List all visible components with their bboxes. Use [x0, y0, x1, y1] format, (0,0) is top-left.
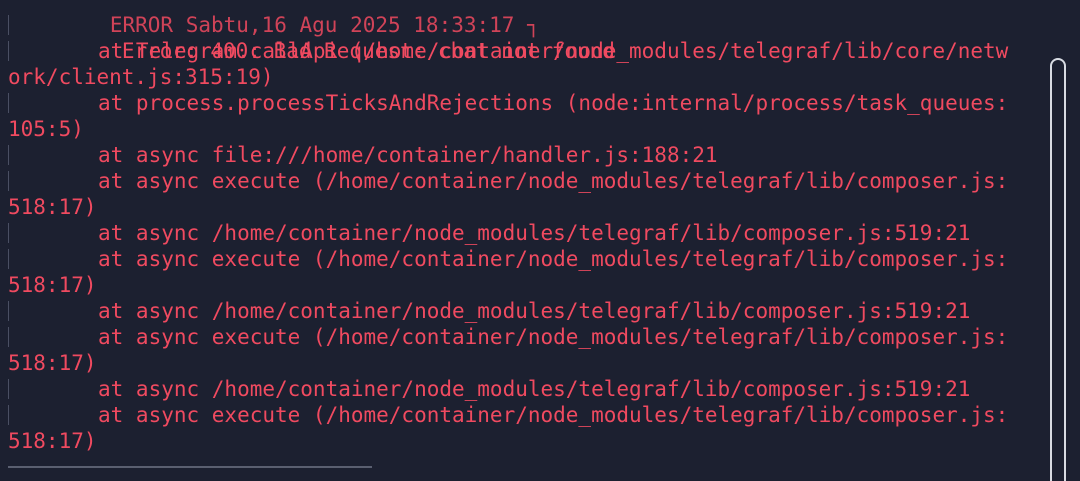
stack-wrap-line: 518:17) [0, 428, 1040, 454]
stack-line-text: at async execute (/home/container/node_m… [98, 169, 1009, 193]
stack-wrap-line: ork/client.js:315:19) [0, 64, 1040, 90]
stack-frame-line: at async execute (/home/container/node_m… [0, 402, 1040, 428]
log-divider [8, 466, 372, 468]
stack-line-text: at async execute (/home/container/node_m… [98, 247, 1009, 271]
error-log: ERROR Sabtu,16 Agu 2025 18:33:17 ┐ Error… [0, 0, 1040, 454]
stack-wrap-line: 518:17) [0, 350, 1040, 376]
stack-line-text: at async /home/container/node_modules/te… [98, 377, 971, 401]
stack-frame-line: at Telegram.callApi (/home/container/nod… [0, 38, 1040, 64]
stack-line-text: at async file:///home/container/handler.… [98, 143, 718, 167]
stack-frame-line: at async execute (/home/container/node_m… [0, 168, 1040, 194]
stack-line-text: ork/client.js:315:19) [8, 65, 274, 89]
stack-line-text: at Telegram.callApi (/home/container/nod… [98, 39, 1009, 63]
stack-line-text: at async execute (/home/container/node_m… [98, 403, 1009, 427]
terminal-window[interactable]: ERROR Sabtu,16 Agu 2025 18:33:17 ┐ Error… [0, 0, 1080, 481]
scrollbar[interactable] [1050, 58, 1066, 481]
stack-wrap-line: 518:17) [0, 272, 1040, 298]
stack-frame-line: at async /home/container/node_modules/te… [0, 220, 1040, 246]
stack-frame-line: at async execute (/home/container/node_m… [0, 324, 1040, 350]
stack-frame-line: at async /home/container/node_modules/te… [0, 298, 1040, 324]
stack-frame-line: at async file:///home/container/handler.… [0, 142, 1040, 168]
stack-frame-line: at process.processTicksAndRejections (no… [0, 90, 1040, 116]
stack-line-text: at async /home/container/node_modules/te… [98, 221, 971, 245]
stack-frame-line: at async /home/container/node_modules/te… [0, 376, 1040, 402]
stack-wrap-line: 518:17) [0, 194, 1040, 220]
error-message-line: Error: 400: Bad Request: chat not found [0, 12, 1040, 63]
stack-line-text: 105:5) [8, 117, 84, 141]
log-header-line: ERROR Sabtu,16 Agu 2025 18:33:17 ┐ [0, 0, 1040, 37]
stack-line-text: at async /home/container/node_modules/te… [98, 299, 971, 323]
stack-line-text: 518:17) [8, 351, 97, 375]
stack-line-text: 518:17) [8, 195, 97, 219]
stack-line-text: 518:17) [8, 429, 97, 453]
stack-frame-line: at async execute (/home/container/node_m… [0, 246, 1040, 272]
stack-line-text: at async execute (/home/container/node_m… [98, 325, 1009, 349]
stack-trace: at Telegram.callApi (/home/container/nod… [0, 38, 1040, 454]
stack-line-text: at process.processTicksAndRejections (no… [98, 91, 1009, 115]
stack-wrap-line: 105:5) [0, 116, 1040, 142]
stack-line-text: 518:17) [8, 273, 97, 297]
